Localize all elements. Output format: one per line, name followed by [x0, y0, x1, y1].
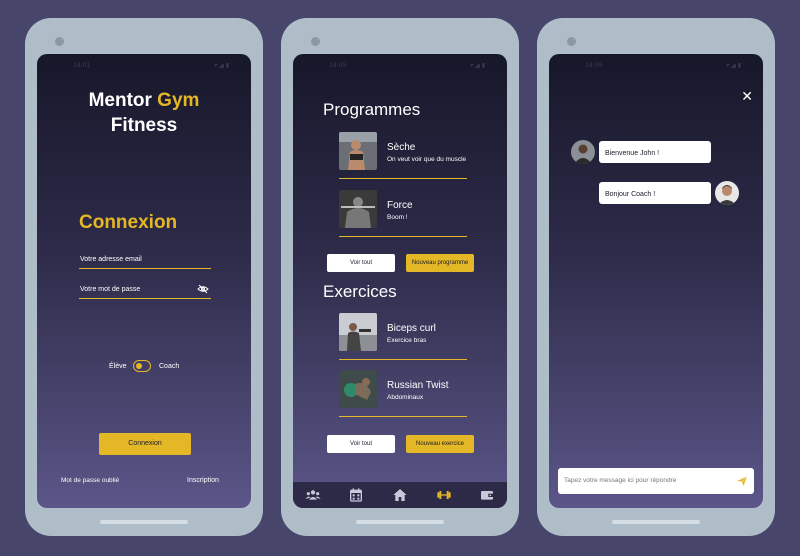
bottom-tab-bar [293, 482, 507, 508]
new-program-button[interactable]: Nouveau programme [406, 254, 474, 272]
catalog-screen: 14:05 ▾ ◢ ▮ Programmes Sèche On veut voi… [293, 54, 507, 508]
eye-off-icon[interactable] [197, 284, 209, 294]
password-field[interactable]: Votre mot de passe [79, 283, 211, 299]
signup-link[interactable]: Inscription [187, 477, 219, 484]
email-field[interactable]: Votre adresse email [79, 253, 211, 269]
programs-title: Programmes [323, 100, 421, 119]
divider [339, 236, 467, 237]
status-time: 14:59 [585, 62, 603, 69]
program-subtitle: Boom ! [387, 214, 408, 221]
status-time: 14:01 [73, 62, 91, 69]
program-name: Force [387, 200, 413, 211]
message-bubble-sent: Bonjour Coach ! [599, 182, 711, 204]
phone-chat: 14:59 ▾ ◢ ▮ ✕ Il y a un mois Bienvenue J… [537, 18, 775, 536]
status-bar: 14:01 ▾ ◢ ▮ [37, 62, 251, 72]
title-gym: Gym [157, 90, 200, 111]
home-icon[interactable] [392, 487, 408, 503]
exercise-name: Russian Twist [387, 380, 449, 391]
divider [339, 416, 467, 417]
message-placeholder: Tapez votre message ici pour répondre [564, 477, 677, 484]
login-heading: Connexion [79, 212, 178, 233]
phone-catalog: 14:05 ▾ ◢ ▮ Programmes Sèche On veut voi… [281, 18, 519, 536]
home-bar [356, 520, 444, 524]
program-thumbnail [339, 132, 377, 170]
login-screen: 14:01 ▾ ◢ ▮ Mentor Gym Fitness Connexion… [37, 54, 251, 508]
exercise-name: Biceps curl [387, 323, 436, 334]
coach-avatar [571, 140, 595, 164]
program-subtitle: On veut voir que du muscle [387, 156, 467, 163]
exercise-thumbnail [339, 370, 377, 408]
divider [339, 359, 467, 360]
status-icons: ▾ ◢ ▮ [726, 62, 741, 69]
email-placeholder: Votre adresse email [80, 256, 142, 263]
title-fitness: Fitness [110, 115, 178, 136]
title-mentor: Mentor [88, 90, 152, 111]
status-icons: ▾ ◢ ▮ [214, 62, 229, 69]
phone-login: 14:01 ▾ ◢ ▮ Mentor Gym Fitness Connexion… [25, 18, 263, 536]
camera [567, 37, 576, 46]
home-bar [612, 520, 700, 524]
app-title: Mentor Gym Fitness [37, 88, 251, 138]
calendar-icon[interactable] [348, 487, 364, 503]
camera [311, 37, 320, 46]
toggle-knob [136, 362, 142, 369]
exercise-subtitle: Abdominaux [387, 394, 424, 401]
status-time: 14:05 [329, 62, 347, 69]
wallet-icon[interactable] [479, 487, 495, 503]
divider [339, 178, 467, 179]
password-placeholder: Votre mot de passe [80, 286, 141, 293]
users-icon[interactable] [305, 487, 321, 503]
send-icon[interactable] [736, 475, 748, 487]
chat-screen: 14:59 ▾ ◢ ▮ ✕ Il y a un mois Bienvenue J… [549, 54, 763, 508]
login-button[interactable]: Connexion [99, 433, 191, 455]
new-exercise-button[interactable]: Nouveau exercice [406, 435, 474, 453]
user-avatar [715, 181, 739, 205]
status-bar: 14:59 ▾ ◢ ▮ [549, 62, 763, 72]
close-icon[interactable]: ✕ [741, 88, 753, 105]
status-bar: 14:05 ▾ ◢ ▮ [293, 62, 507, 72]
exercise-item[interactable]: Russian Twist Abdominaux [339, 370, 467, 420]
programs-see-all-button[interactable]: Voir tout [327, 254, 395, 272]
program-name: Sèche [387, 142, 416, 153]
message-text: Bienvenue John ! [605, 150, 660, 157]
message-bubble-received: Bienvenue John ! [599, 141, 711, 163]
camera [55, 37, 64, 46]
forgot-password-link[interactable]: Mot de passe oublié [61, 477, 119, 484]
program-item[interactable]: Force Boom ! [339, 190, 467, 240]
program-thumbnail [339, 190, 377, 228]
exercise-item[interactable]: Biceps curl Exercice bras [339, 313, 467, 363]
role-coach-label: Coach [159, 363, 180, 370]
exercise-subtitle: Exercice bras [387, 337, 427, 344]
exercises-see-all-button[interactable]: Voir tout [327, 435, 395, 453]
dumbbell-icon[interactable] [436, 487, 452, 503]
role-toggle[interactable] [133, 360, 151, 372]
status-icons: ▾ ◢ ▮ [470, 62, 485, 69]
exercises-title: Exercices [323, 282, 397, 301]
message-input[interactable]: Tapez votre message ici pour répondre [558, 468, 754, 494]
role-student-label: Élève [109, 363, 127, 370]
home-bar [100, 520, 188, 524]
message-text: Bonjour Coach ! [605, 191, 656, 198]
program-item[interactable]: Sèche On veut voir que du muscle [339, 132, 467, 182]
exercise-thumbnail [339, 313, 377, 351]
